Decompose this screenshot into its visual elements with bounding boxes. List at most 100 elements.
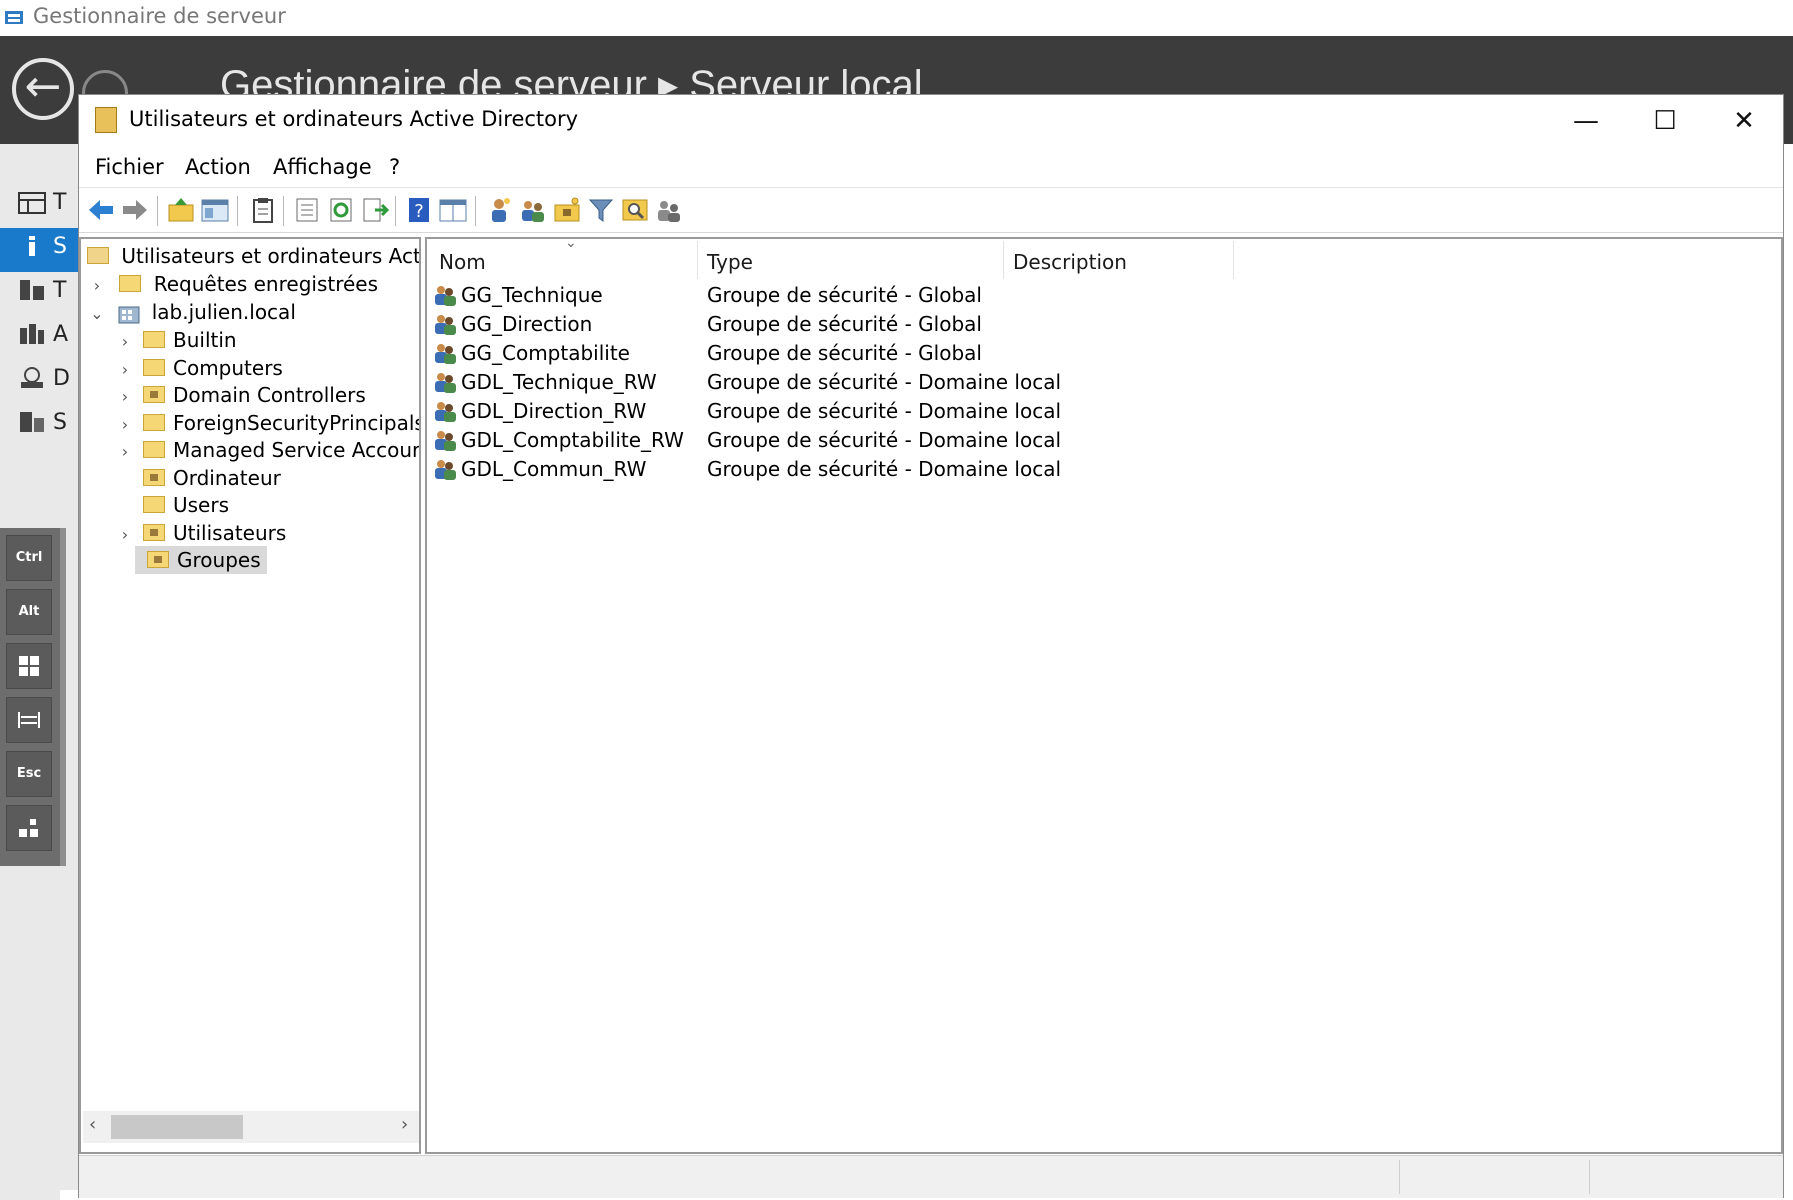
minimize-button[interactable]: — xyxy=(1551,101,1621,141)
aduc-titlebar[interactable]: Utilisateurs et ordinateurs Active Direc… xyxy=(79,95,1783,147)
column-header-description[interactable]: Description xyxy=(1013,245,1127,279)
tree-item-saved-queries[interactable]: › Requêtes enregistrées xyxy=(87,269,378,299)
sidebar-item-local-server[interactable]: S xyxy=(18,234,74,268)
tree-item-content: Computers xyxy=(135,356,283,380)
status-bar xyxy=(79,1155,1783,1198)
tree-root-label: Utilisateurs et ordinateurs Active xyxy=(121,244,421,268)
ctrl-key[interactable]: Ctrl xyxy=(6,535,52,581)
tree-item-foreignsecurityprincipals[interactable]: › ForeignSecurityPrincipals xyxy=(115,408,419,438)
new-ou-icon[interactable] xyxy=(553,196,581,224)
up-folder-icon[interactable] xyxy=(167,196,195,224)
server-manager-right-edge xyxy=(1783,144,1793,1200)
menu-affichage[interactable]: Affichage xyxy=(273,155,372,179)
info-icon xyxy=(29,236,35,256)
close-button[interactable]: ✕ xyxy=(1709,101,1779,141)
sidebar-letter: S xyxy=(53,410,67,435)
back-arrow-icon[interactable]: ← xyxy=(12,58,74,120)
console-view-icon[interactable] xyxy=(439,196,467,224)
status-divider xyxy=(1399,1160,1400,1194)
tree-item-label: lab.julien.local xyxy=(151,300,296,324)
alt-key[interactable]: Alt xyxy=(6,589,52,635)
column-divider[interactable] xyxy=(1233,241,1234,279)
show-hide-tree-icon[interactable] xyxy=(201,196,229,224)
menu-bar: Fichier Action Affichage ? xyxy=(79,147,1783,187)
toolbar-separator xyxy=(157,196,158,226)
tree-item-content: Domain Controllers xyxy=(135,383,366,407)
tree-item-users[interactable]: Users xyxy=(115,490,229,520)
table-row[interactable]: GDL_Commun_RW Groupe de sécurité - Domain… xyxy=(433,453,1773,486)
new-user-icon[interactable] xyxy=(485,196,513,224)
folder-icon xyxy=(143,496,165,513)
tree-item-content: Groupes xyxy=(135,546,267,574)
window-title: Utilisateurs et ordinateurs Active Direc… xyxy=(129,107,579,131)
refresh-icon[interactable] xyxy=(327,196,355,224)
maximize-button[interactable]: ☐ xyxy=(1630,101,1700,141)
windows-key[interactable] xyxy=(6,643,52,689)
scrollbar-thumb[interactable] xyxy=(111,1115,243,1139)
tree-root[interactable]: Utilisateurs et ordinateurs Active xyxy=(87,241,421,271)
tree-item-domain-controllers[interactable]: › Domain Controllers xyxy=(115,380,366,410)
tree-item-label: Utilisateurs xyxy=(173,520,287,545)
dashboard-icon xyxy=(18,192,46,214)
sidebar-item-storage[interactable]: S xyxy=(18,410,74,444)
row-type: Groupe de sécurité - Domaine local xyxy=(707,457,1062,481)
tree-item-label: Managed Service Accour xyxy=(173,438,421,462)
tree-item-ordinateur[interactable]: Ordinateur xyxy=(115,463,281,493)
menu-help[interactable]: ? xyxy=(389,155,400,179)
tree-item-builtin[interactable]: › Builtin xyxy=(115,325,237,355)
properties-icon[interactable] xyxy=(293,196,321,224)
row-name: GG_Direction xyxy=(461,312,593,336)
menu-fichier[interactable]: Fichier xyxy=(95,155,164,179)
tab-key[interactable] xyxy=(6,697,52,743)
export-list-icon[interactable] xyxy=(361,196,389,224)
group-icon xyxy=(435,285,456,306)
group-icon xyxy=(435,430,456,451)
ou-folder-icon xyxy=(147,551,169,568)
help-icon[interactable]: ? xyxy=(405,196,433,224)
sidebar-letter: T xyxy=(53,278,67,303)
new-group-icon[interactable] xyxy=(519,196,547,224)
group-icon xyxy=(435,343,456,364)
sidebar-item-ad[interactable]: A xyxy=(18,322,74,356)
tree-horizontal-scrollbar[interactable]: ‹ › xyxy=(83,1111,419,1143)
esc-key[interactable]: Esc xyxy=(6,751,52,797)
row-name: GDL_Direction_RW xyxy=(461,399,647,423)
sidebar-item-dashboard[interactable]: T xyxy=(18,190,74,224)
column-header-type[interactable]: Type xyxy=(707,245,753,279)
sidebar-letter: T xyxy=(53,190,67,215)
tree-item-managed-service-accour[interactable]: › Managed Service Accour xyxy=(115,435,421,465)
aduc-icon xyxy=(95,107,117,133)
tree-item-groupes[interactable]: Groupes xyxy=(115,545,267,575)
tree-item-domain[interactable]: ⌄ lab.julien.local xyxy=(87,297,296,327)
scroll-right-icon[interactable]: › xyxy=(401,1114,408,1135)
sidebar-item-dns[interactable]: D xyxy=(18,366,74,400)
more-keys-button[interactable] xyxy=(6,805,52,851)
group-icon xyxy=(435,459,456,480)
forward-arrow-icon[interactable] xyxy=(121,196,149,224)
tree-item-label: Domain Controllers xyxy=(173,383,366,407)
find-icon[interactable] xyxy=(621,196,649,224)
sidebar-item-all-servers[interactable]: T xyxy=(18,278,74,312)
tree-item-content: Users xyxy=(135,493,229,517)
tree-item-label: Users xyxy=(173,493,230,517)
ou-folder-icon xyxy=(143,523,165,541)
row-name: GG_Comptabilite xyxy=(461,341,630,365)
scroll-left-icon[interactable]: ‹ xyxy=(89,1114,96,1135)
group-icon xyxy=(435,372,456,393)
row-name: GDL_Comptabilite_RW xyxy=(461,428,684,452)
back-arrow-icon[interactable] xyxy=(87,196,115,224)
add-to-group-icon[interactable] xyxy=(655,196,683,224)
tree-item-computers[interactable]: › Computers xyxy=(115,353,283,383)
chevron-down-icon[interactable]: ⌄ xyxy=(87,299,107,329)
clipboard-icon[interactable] xyxy=(249,196,277,224)
column-header-nom[interactable]: Nom xyxy=(439,245,486,279)
tree-item-utilisateurs[interactable]: › Utilisateurs xyxy=(115,518,287,548)
filter-icon[interactable] xyxy=(587,196,615,224)
menu-action[interactable]: Action xyxy=(185,155,251,179)
row-name: GG_Technique xyxy=(461,283,603,307)
tree-item-label: Requêtes enregistrées xyxy=(153,272,379,296)
tree-item-content: Builtin xyxy=(135,328,237,352)
folder-icon xyxy=(143,413,165,431)
column-divider[interactable] xyxy=(1003,241,1004,279)
column-divider[interactable] xyxy=(697,241,698,279)
